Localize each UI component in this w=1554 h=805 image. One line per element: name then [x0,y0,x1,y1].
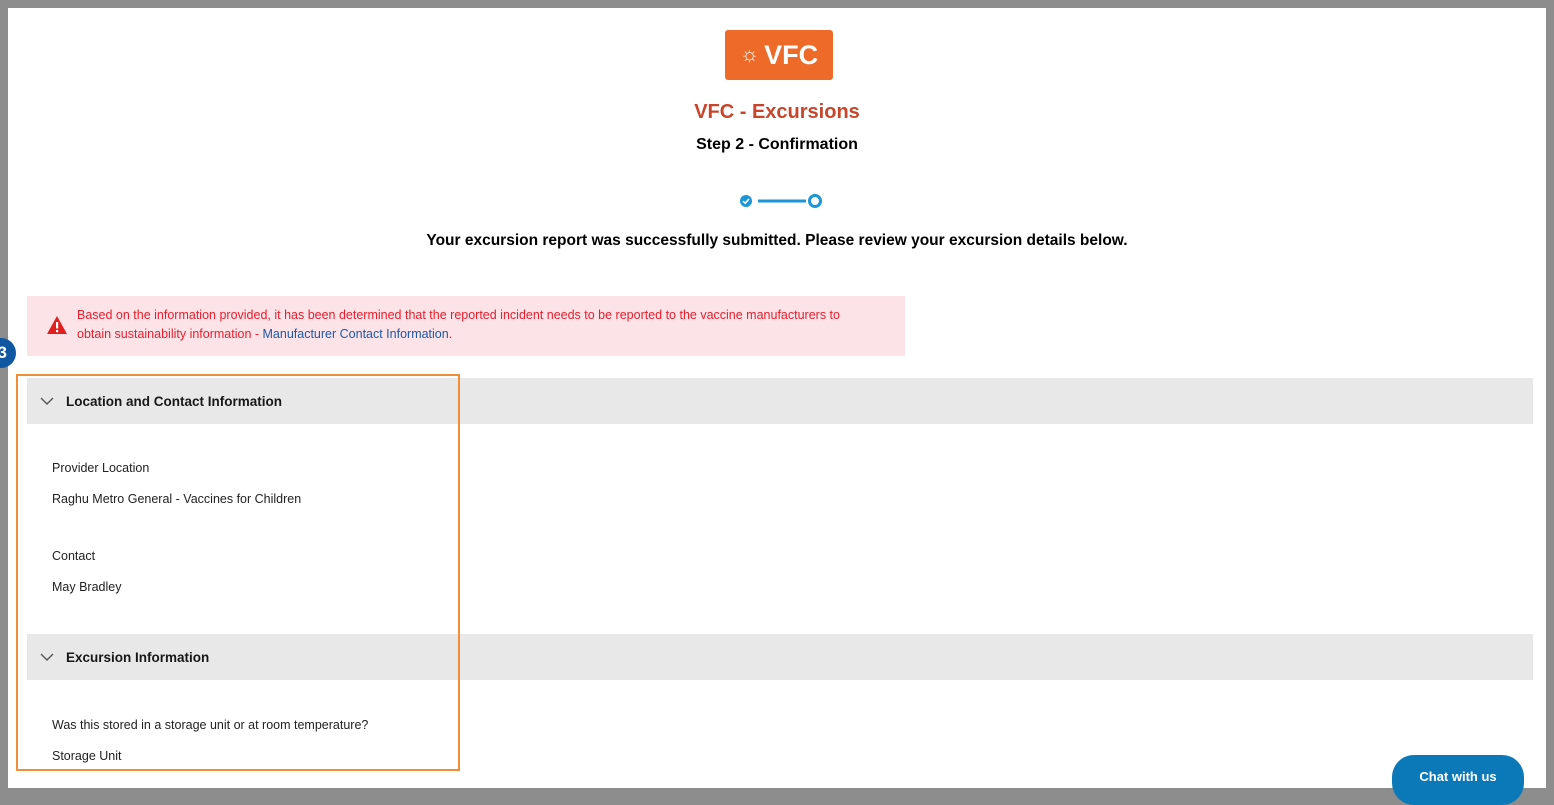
chat-with-us-button[interactable]: Chat with us [1392,755,1524,805]
step-title: Step 2 - Confirmation [696,136,858,153]
warning-triangle-icon [47,316,67,334]
sun-face-icon: ☼ [739,43,760,66]
chevron-down-icon [40,397,54,405]
provider-location-label: Provider Location [52,461,150,475]
alert-trailing: . [448,327,453,341]
chevron-down-icon [40,653,54,661]
contact-value: May Bradley [52,580,122,594]
manufacturer-contact-link[interactable]: Manufacturer Contact Information [263,327,449,341]
contact-label: Contact [52,549,96,563]
alert-text: Based on the information provided, it ha… [77,308,840,341]
app-title: VFC - Excursions [694,101,860,123]
success-message: Your excursion report was successfully s… [426,232,1128,249]
vfc-logo: ☼ VFC [725,30,833,80]
alert-message: Based on the information provided, it ha… [77,306,877,344]
section-header-location[interactable]: Location and Contact Information [27,378,1533,424]
section-title-excursion: Excursion Information [66,649,210,665]
section-title-location: Location and Contact Information [66,393,282,409]
storage-question-value: Storage Unit [52,749,122,763]
check-circle-icon [740,195,752,207]
progress-indicator [740,194,822,208]
manufacturer-alert: Based on the information provided, it ha… [27,296,905,356]
circle-outline-icon [808,194,822,208]
section-header-excursion[interactable]: Excursion Information [27,634,1533,680]
storage-question-label: Was this stored in a storage unit or at … [52,718,369,732]
provider-location-value: Raghu Metro General - Vaccines for Child… [52,492,302,506]
logo-text: VFC [764,39,819,70]
